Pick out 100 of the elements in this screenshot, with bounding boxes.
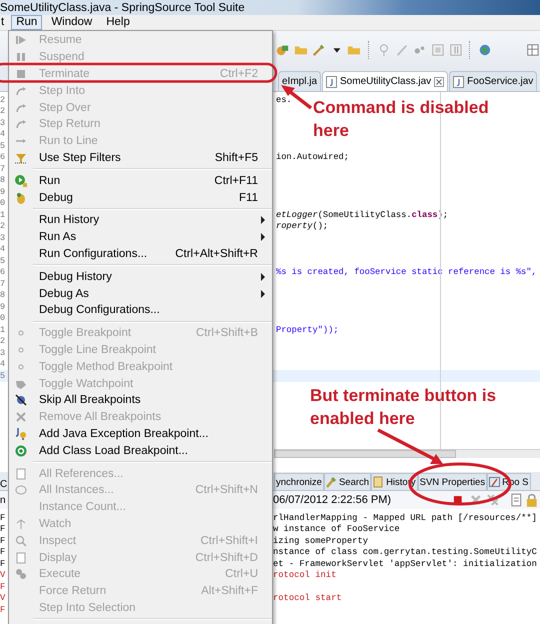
class-icon xyxy=(14,444,28,458)
roo-icon xyxy=(489,476,500,488)
menu-bar-item[interactable]: Run xyxy=(11,15,42,30)
java-file-icon xyxy=(326,76,338,88)
line-number: 6 xyxy=(0,267,6,278)
console-line: F xyxy=(0,547,6,558)
menu-item[interactable]: Run Configurations... Ctrl+Alt+Shift+R xyxy=(9,246,272,262)
skip-breakpoints-icon xyxy=(14,393,28,408)
code-line: es. xyxy=(276,94,292,105)
console-line: rotocol init xyxy=(273,570,336,580)
line-number: 5 xyxy=(0,256,6,266)
console-line: izing someProperty xyxy=(273,536,368,546)
console-line: V xyxy=(0,570,6,580)
menu-item[interactable]: Debug Configurations... xyxy=(9,302,272,319)
editor-tab[interactable]: eImpl.ja xyxy=(278,71,322,91)
menu-item[interactable]: Add Java Exception Breakpoint... xyxy=(9,426,272,442)
console-line: F xyxy=(0,604,6,615)
line-number: 0 xyxy=(0,313,6,324)
console-line: rotocol start xyxy=(273,593,342,604)
instances-icon xyxy=(14,483,28,498)
perspective-icon[interactable] xyxy=(526,42,540,58)
shortcut-label: Alt+Shift+F xyxy=(201,585,258,598)
shortcut-label: Ctrl+Shift+D xyxy=(195,552,258,564)
line-number: 3 xyxy=(0,348,6,358)
console-line: w instance of FooService xyxy=(273,524,400,534)
line-number: 2 xyxy=(0,94,6,105)
panel-icon[interactable] xyxy=(430,42,445,58)
document-icon xyxy=(14,466,28,481)
line-number: 2 xyxy=(0,336,6,346)
line-number: 8 xyxy=(0,175,6,186)
shortcut-label: F11 xyxy=(239,192,258,204)
line-number: 8 xyxy=(0,290,6,300)
console-line: F xyxy=(0,524,6,534)
menu-bar-item[interactable]: t xyxy=(0,15,6,30)
editor-tab[interactable]: FooService.jav xyxy=(449,71,538,91)
console-line: F xyxy=(0,582,6,592)
flashlight-icon xyxy=(326,476,337,488)
leader-arrow xyxy=(377,428,443,464)
view-tab[interactable]: SVN Properties xyxy=(418,473,488,490)
line-number: 1 xyxy=(0,210,6,220)
console-line: V xyxy=(0,593,6,604)
line-number: 5 xyxy=(0,370,6,381)
console-line: nstance of class com.gerrytan.testing.SomeUtilityC xyxy=(273,547,537,558)
menu-item[interactable]: Debug History xyxy=(9,268,272,286)
shortcut-label: Ctrl+F2 xyxy=(220,68,258,80)
pen-icon[interactable] xyxy=(395,42,409,58)
shortcut-label: Shift+F5 xyxy=(214,152,258,164)
console-line: F xyxy=(0,558,6,569)
gears-icon xyxy=(14,567,28,582)
menu-item[interactable]: Debug As xyxy=(9,285,272,302)
shortcut-label: Ctrl+Shift+B xyxy=(196,327,258,340)
view-tab[interactable]: C xyxy=(0,479,8,490)
line-number: 6 xyxy=(0,152,6,162)
line-number: 7 xyxy=(0,278,6,289)
line-number: 4 xyxy=(0,129,6,140)
globe-icon[interactable] xyxy=(478,42,492,58)
menu-item[interactable]: Run Ctrl+F11 xyxy=(9,172,272,190)
line-number: 4 xyxy=(0,359,6,370)
console-line: et - FrameworkServlet 'appServlet': initialization xyxy=(273,558,537,569)
code-line: roperty(); xyxy=(276,221,328,232)
code-line: Property")); xyxy=(276,324,339,335)
menu-item[interactable]: Run History xyxy=(9,212,272,229)
code-line: ion.Autowired; xyxy=(276,152,349,162)
line-number: 2 xyxy=(0,221,6,232)
line-number: 9 xyxy=(0,302,6,312)
expression-icon xyxy=(14,516,28,531)
line-number: 1 xyxy=(0,324,6,335)
line-number: 0 xyxy=(0,198,6,208)
line-number: 4 xyxy=(0,244,6,254)
annotation-text: But terminate button is enabled here xyxy=(310,385,498,430)
shortcut-label: Ctrl+U xyxy=(225,568,258,580)
line-number: 3 xyxy=(0,118,6,128)
shortcut-label: Ctrl+Shift+I xyxy=(200,534,258,547)
shortcut-label: Ctrl+Shift+N xyxy=(195,484,258,496)
line-number: 9 xyxy=(0,186,6,197)
document-icon xyxy=(14,550,28,564)
menu-item[interactable]: Skip All Breakpoints xyxy=(9,392,272,409)
menu-item[interactable]: Debug F11 xyxy=(9,189,272,206)
magnifier-icon xyxy=(14,534,28,548)
menu-item[interactable]: Run As xyxy=(9,228,272,246)
console-line: F xyxy=(0,536,6,546)
close-icon[interactable] xyxy=(434,76,444,86)
remove-icon xyxy=(14,410,28,424)
view-tab[interactable]: Search xyxy=(324,473,372,490)
menu-item[interactable]: Use Step Filters Shift+F5 xyxy=(9,150,272,166)
menu-bar-item[interactable]: Window xyxy=(46,15,98,30)
view-tab[interactable]: ynchronize xyxy=(274,473,324,490)
history-icon xyxy=(373,476,384,488)
annotation-text: Command is disabled here xyxy=(313,97,490,142)
window-title: SomeUtilityClass.java - SpringSource Tool Suite xyxy=(0,2,245,14)
console-line: F xyxy=(0,512,6,523)
shortcut-label: Ctrl+F11 xyxy=(214,174,258,187)
scrollbar[interactable] xyxy=(274,449,540,458)
java-file-icon xyxy=(453,76,464,88)
menu-bar-item[interactable]: Help xyxy=(101,15,135,30)
shortcut-label: Ctrl+Alt+Shift+R xyxy=(175,248,258,260)
line-number: 2 xyxy=(0,106,6,116)
console-title: 06/07/2012 2:22:56 PM) xyxy=(273,494,392,506)
editor-tab[interactable]: SomeUtilityClass.jav xyxy=(322,71,448,91)
menu-item[interactable]: Add Class Load Breakpoint... xyxy=(9,442,272,460)
